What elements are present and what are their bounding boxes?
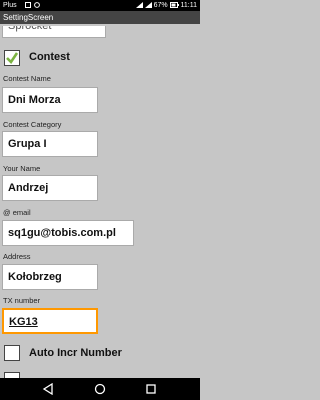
clock: 11:11 (180, 2, 197, 9)
app-title-bar: SettingScreen (0, 11, 200, 24)
auto-incr-label: Auto Incr Number (29, 347, 122, 359)
notification-icon-2 (34, 2, 40, 9)
signal-icon (135, 2, 143, 9)
email-field[interactable]: sq1gu@tobis.com.pl (2, 220, 134, 246)
address-field[interactable]: Kołobrzeg (2, 264, 98, 290)
tx-number-value: KG13 (9, 316, 38, 328)
check-mark-icon (6, 52, 19, 65)
nav-bar (0, 378, 200, 400)
back-icon[interactable] (42, 383, 54, 395)
your-name-field[interactable]: Andrzej (2, 175, 98, 201)
status-bar: Plus 67% 11:11 (0, 0, 200, 11)
contest-name-field[interactable]: Dni Morza (2, 87, 98, 113)
your-name-label: Your Name (3, 164, 41, 173)
auto-incr-checkbox[interactable] (4, 345, 20, 361)
contest-category-field[interactable]: Grupa I (2, 131, 98, 157)
contest-category-value: Grupa I (8, 138, 47, 150)
app-title: SettingScreen (3, 13, 54, 22)
tx-number-label: TX number (3, 296, 41, 305)
contest-checkbox[interactable] (4, 50, 20, 66)
address-value: Kołobrzeg (8, 271, 62, 283)
notification-icon (25, 2, 31, 9)
contest-category-label: Contest Category (3, 120, 62, 129)
battery-icon (169, 2, 179, 9)
signal-icon-2 (144, 2, 152, 9)
contest-label: Contest (29, 51, 70, 63)
home-icon[interactable] (94, 383, 106, 395)
recents-icon[interactable] (145, 383, 157, 395)
email-label: @ email (3, 208, 31, 217)
contest-name-label: Contest Name (3, 74, 51, 83)
email-value: sq1gu@tobis.com.pl (8, 227, 116, 239)
your-name-value: Andrzej (8, 182, 49, 194)
notification-icons (25, 0, 40, 11)
contest-name-value: Dni Morza (8, 94, 61, 106)
battery-percent: 67% (153, 2, 168, 9)
address-label: Address (3, 252, 31, 261)
tx-number-field[interactable]: KG13 (2, 308, 98, 334)
status-right: 67% 11:11 (135, 0, 197, 11)
carrier-label: Plus (3, 2, 17, 9)
